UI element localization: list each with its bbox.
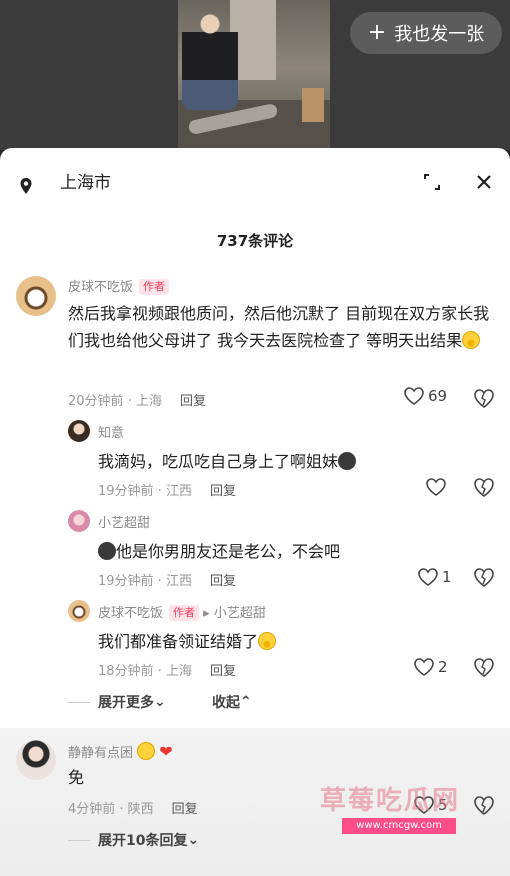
comment-meta: 19分钟前 · 江西 回复 bbox=[98, 574, 236, 589]
reply-button[interactable]: 回复 bbox=[210, 574, 236, 589]
dark-emoji-icon bbox=[338, 452, 357, 470]
chevron-down-icon: ⌄ bbox=[187, 832, 200, 848]
heart-icon bbox=[418, 568, 438, 586]
comment-sheet: 上海市 737条评论 皮球不吃饭 作者 然后我拿视频跟他质问，然后他沉默了 目前现… bbox=[0, 148, 510, 876]
reply-button[interactable]: 回复 bbox=[210, 484, 236, 499]
dislike-icon[interactable] bbox=[473, 656, 495, 678]
heart-icon bbox=[414, 658, 434, 676]
comment-username[interactable]: 静静有点困 ❤ bbox=[68, 742, 173, 761]
comment-text: 然后我拿视频跟他质问，然后他沉默了 目前现在双方家长我们我也给他父母讲了 我今天… bbox=[68, 304, 490, 350]
comment-username[interactable]: 皮球不吃饭 作者 bbox=[68, 276, 170, 295]
dislike-icon[interactable] bbox=[473, 794, 495, 816]
video-frame bbox=[178, 0, 330, 150]
watermark-url: www.cmcgw.com bbox=[342, 818, 456, 834]
video-box bbox=[302, 88, 324, 122]
avatar[interactable] bbox=[68, 600, 90, 622]
dislike-icon[interactable] bbox=[473, 566, 495, 588]
close-icon[interactable] bbox=[472, 170, 496, 194]
avatar[interactable] bbox=[68, 420, 90, 442]
comment-text: 免 bbox=[68, 768, 85, 787]
watermark: 草莓吃瓜网 bbox=[320, 786, 461, 816]
share-button[interactable]: + 我也发一张 bbox=[350, 12, 502, 54]
like-button[interactable]: 2 bbox=[414, 658, 448, 676]
comment-text: 他是你男朋友还是老公，不会吧 bbox=[98, 538, 488, 565]
location-pin-icon bbox=[20, 178, 32, 194]
video-person bbox=[182, 10, 238, 110]
avatar[interactable] bbox=[16, 740, 56, 780]
location-row: 上海市 bbox=[0, 156, 510, 206]
heart-emoji-icon: ❤ bbox=[159, 742, 173, 761]
plus-icon: + bbox=[367, 20, 387, 45]
comment-username[interactable]: 皮球不吃饭 作者 ▸ 小艺超甜 bbox=[98, 602, 266, 621]
heart-icon bbox=[404, 387, 424, 405]
comment-text: 我滴妈，吃瓜吃自己身上了啊姐妹 bbox=[98, 448, 488, 475]
avatar[interactable] bbox=[68, 510, 90, 532]
divider-line bbox=[68, 701, 90, 703]
like-button[interactable]: 1 bbox=[418, 568, 452, 586]
expand-replies-button[interactable]: 展开10条回复 ⌄ bbox=[68, 830, 199, 850]
expand-icon[interactable] bbox=[420, 170, 444, 194]
dislike-icon[interactable] bbox=[473, 476, 495, 498]
comment-username[interactable]: 知意 bbox=[98, 422, 124, 441]
crying-emoji-icon bbox=[462, 331, 481, 349]
crying-emoji-icon bbox=[258, 632, 277, 650]
comment-meta: 20分钟前 · 上海 回复 bbox=[68, 394, 206, 409]
heart-icon bbox=[426, 478, 446, 496]
dark-emoji-icon bbox=[98, 542, 116, 560]
reply-arrow-icon: ▸ bbox=[199, 606, 214, 621]
comment-count: 737条评论 bbox=[216, 232, 294, 250]
chevron-up-icon: ⌃ bbox=[240, 694, 252, 710]
share-button-label: 我也发一张 bbox=[394, 24, 485, 45]
author-badge: 作者 bbox=[169, 605, 200, 621]
sad-emoji-icon bbox=[137, 742, 156, 760]
expand-more-button[interactable]: 展开更多 ⌄ bbox=[68, 692, 166, 712]
reply-button[interactable]: 回复 bbox=[210, 664, 236, 679]
divider-line bbox=[68, 839, 90, 841]
like-button[interactable] bbox=[426, 478, 450, 496]
comment-meta: 19分钟前 · 江西 回复 bbox=[98, 484, 236, 499]
chevron-down-icon: ⌄ bbox=[154, 694, 166, 710]
comment-text: 我们都准备领证结婚了 bbox=[98, 628, 488, 655]
location-city[interactable]: 上海市 bbox=[60, 168, 111, 193]
collapse-button[interactable]: 收起 ⌃ bbox=[212, 692, 252, 712]
reply-button[interactable]: 回复 bbox=[172, 802, 198, 817]
comment-meta: 4分钟前 · 陕西 回复 bbox=[68, 802, 198, 817]
dislike-icon[interactable] bbox=[473, 387, 495, 409]
reply-button[interactable]: 回复 bbox=[180, 394, 206, 409]
comment-meta: 18分钟前 · 上海 回复 bbox=[98, 664, 236, 679]
comment-username[interactable]: 小艺超甜 bbox=[98, 512, 150, 531]
like-button[interactable]: 69 bbox=[404, 387, 447, 405]
author-badge: 作者 bbox=[139, 279, 170, 295]
avatar[interactable] bbox=[16, 276, 56, 316]
